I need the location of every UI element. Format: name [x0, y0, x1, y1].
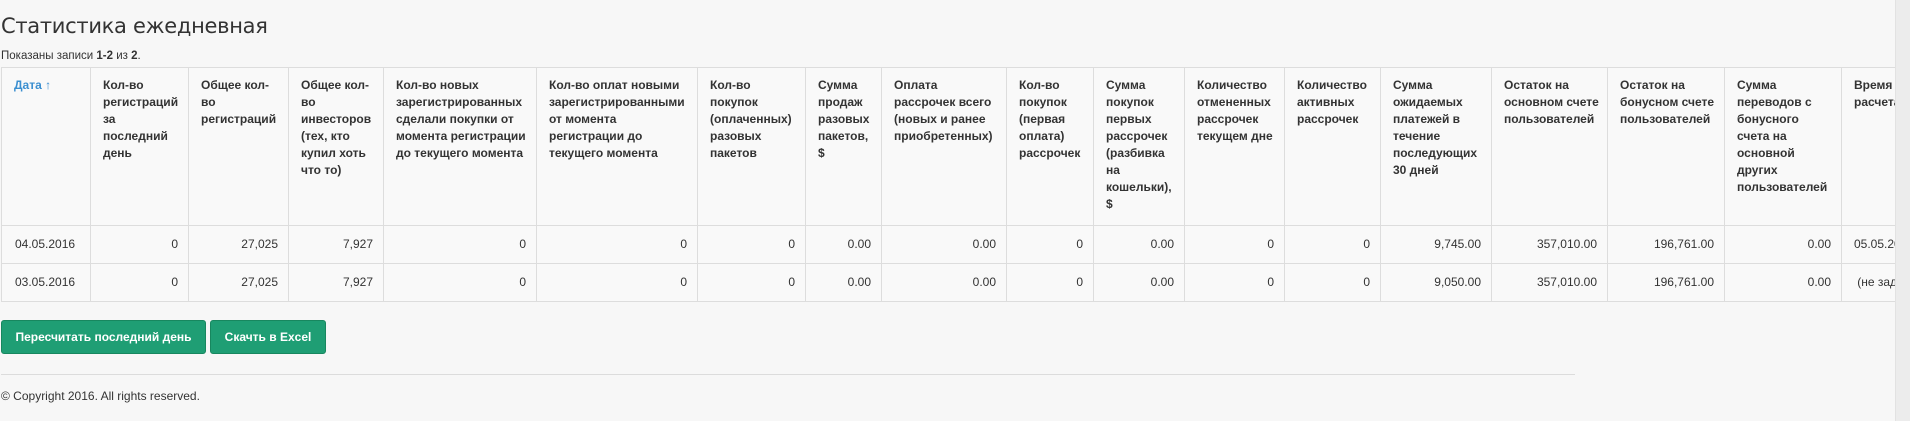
- column-header[interactable]: Кол-во покупок (оплаченных) разовых паке…: [697, 67, 806, 226]
- column-header[interactable]: Сумма переводов с бонусного счета на осн…: [1724, 67, 1842, 226]
- summary-suffix: .: [137, 50, 141, 62]
- table-cell: 0: [1284, 263, 1381, 302]
- column-header[interactable]: Остаток на основном счете пользователей: [1491, 67, 1608, 226]
- table-row: 04.05.2016 0 27,025 7,927 0 0 0 0.00 0.0…: [1, 225, 1896, 264]
- column-header[interactable]: Оплата рассрочек всего (новых и ранее пр…: [881, 67, 1007, 226]
- table-cell: 0: [697, 263, 806, 302]
- table-cell: 7,927: [288, 263, 384, 302]
- table-cell: 196,761.00: [1607, 225, 1725, 264]
- table-cell: 0.00: [1093, 225, 1185, 264]
- download-excel-button[interactable]: Скачть в Excel: [210, 320, 326, 354]
- table-cell: 27,025: [188, 225, 289, 264]
- table-cell: 0.00: [1093, 263, 1185, 302]
- column-header[interactable]: Сумма продаж разовых пакетов, $: [805, 67, 882, 226]
- table-cell: 0: [1006, 225, 1094, 264]
- column-header[interactable]: Кол-во новых зарегистрированных сделали …: [383, 67, 537, 226]
- table-cell: 196,761.00: [1607, 263, 1725, 302]
- table-cell: 0: [383, 263, 537, 302]
- summary-prefix: Показаны записи: [1, 50, 97, 62]
- cell-calc-time: 05.05.2016: [1841, 225, 1896, 264]
- column-header[interactable]: Остаток на бонусном счете пользователей: [1607, 67, 1725, 226]
- column-header[interactable]: Кол-во оплат новыми зарегистрированными …: [536, 67, 698, 226]
- table-cell: 9,050.00: [1380, 263, 1492, 302]
- column-header[interactable]: Количество активных рассрочек: [1284, 67, 1381, 226]
- column-header[interactable]: Общее кол-во регистраций: [188, 67, 289, 226]
- table-cell: 0: [1184, 263, 1285, 302]
- sort-date-link[interactable]: Дата ↑: [14, 78, 51, 92]
- table-cell: 0: [697, 225, 806, 264]
- table-cell: 0: [1006, 263, 1094, 302]
- column-header[interactable]: Количество отмененных рассрочек текущем …: [1184, 67, 1285, 226]
- stats-table-wrapper: Дата ↑ Кол-во регистраций за последний д…: [1, 67, 1896, 302]
- table-cell: 0.00: [881, 225, 1007, 264]
- cell-date: 04.05.2016: [1, 225, 91, 264]
- vertical-scrollbar[interactable]: [1895, 0, 1910, 421]
- table-cell: 0: [1184, 225, 1285, 264]
- table-cell: 357,010.00: [1491, 225, 1608, 264]
- cell-calc-time: (не задано): [1841, 263, 1896, 302]
- table-cell: 357,010.00: [1491, 263, 1608, 302]
- table-cell: 27,025: [188, 263, 289, 302]
- table-cell: 0.00: [1724, 225, 1842, 264]
- footer-copyright: © Copyright 2016. All rights reserved.: [1, 389, 200, 403]
- table-row: 03.05.2016 0 27,025 7,927 0 0 0 0.00 0.0…: [1, 263, 1896, 302]
- page-title: Статистика ежедневная: [1, 14, 268, 38]
- table-cell: 0: [1284, 225, 1381, 264]
- table-cell: 0: [536, 263, 698, 302]
- table-cell: 7,927: [288, 225, 384, 264]
- table-cell: 0.00: [805, 225, 882, 264]
- records-summary: Показаны записи 1-2 из 2.: [1, 50, 141, 62]
- column-header-date[interactable]: Дата ↑: [1, 67, 91, 226]
- stats-table: Дата ↑ Кол-во регистраций за последний д…: [1, 67, 1896, 302]
- table-cell: 0.00: [1724, 263, 1842, 302]
- footer-divider: [1, 374, 1575, 375]
- table-cell: 0: [90, 263, 189, 302]
- column-header[interactable]: Кол-во регистраций за последний день: [90, 67, 189, 226]
- column-header[interactable]: Сумма покупок первых рассрочек (разбивка…: [1093, 67, 1185, 226]
- cell-date: 03.05.2016: [1, 263, 91, 302]
- column-header[interactable]: Сумма ожидаемых платежей в течение после…: [1380, 67, 1492, 226]
- column-header[interactable]: Кол-во покупок (первая оплата) рассрочек: [1006, 67, 1094, 226]
- summary-middle: из: [113, 50, 132, 62]
- table-cell: 0: [383, 225, 537, 264]
- table-cell: 0.00: [805, 263, 882, 302]
- table-cell: 9,745.00: [1380, 225, 1492, 264]
- table-cell: 0.00: [881, 263, 1007, 302]
- column-header[interactable]: Общее кол-во инвесторов (тех, кто купил …: [288, 67, 384, 226]
- table-cell: 0: [90, 225, 189, 264]
- table-header-row: Дата ↑ Кол-во регистраций за последний д…: [1, 67, 1896, 226]
- recalculate-last-day-button[interactable]: Пересчитать последний день: [1, 320, 206, 354]
- summary-range: 1-2: [96, 50, 114, 62]
- column-header[interactable]: Время расчета: [1841, 67, 1896, 226]
- table-cell: 0: [536, 225, 698, 264]
